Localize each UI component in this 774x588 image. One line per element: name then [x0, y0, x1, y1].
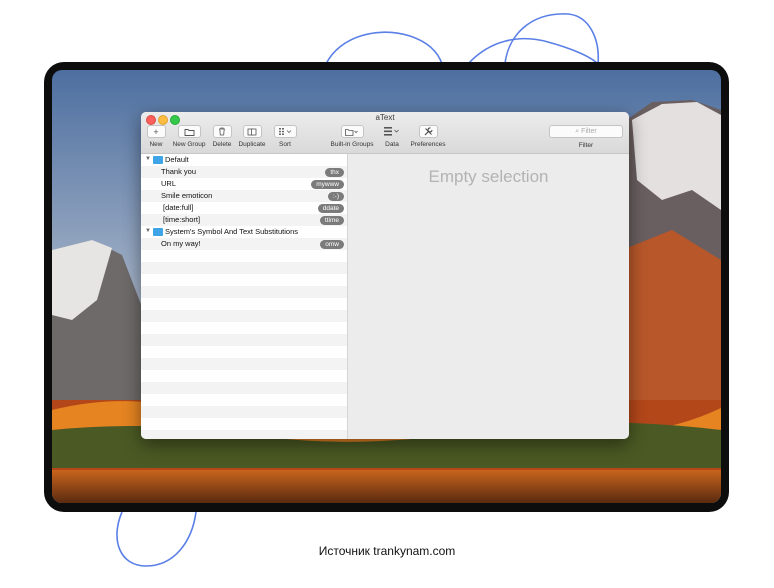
snippet-label: Thank you [161, 167, 197, 176]
abbreviation-badge: omw [320, 239, 344, 249]
search-icon: ⌕ [575, 127, 580, 135]
snippet-row[interactable]: Thank you thx [141, 166, 347, 178]
snippet-label: [date:full] [163, 203, 194, 212]
window-title: aText [375, 113, 395, 122]
builtin-groups-icon [340, 125, 364, 138]
abbreviation-badge: thx [325, 167, 344, 177]
data-icon [381, 125, 403, 138]
folder-icon [153, 228, 163, 236]
wrench-icon [418, 125, 438, 138]
delete-button[interactable]: Delete [210, 125, 234, 148]
new-group-button[interactable]: New Group [170, 125, 208, 148]
new-group-icon [177, 125, 201, 138]
group-row-system-substitutions[interactable]: ▼ System's Symbol And Text Substitutions [141, 226, 347, 238]
abbreviation-badge: ttime [319, 215, 344, 225]
snippet-label: On my way! [161, 239, 201, 248]
snippet-row[interactable]: [date:full] ddate [141, 202, 347, 214]
data-button[interactable]: Data [381, 125, 403, 148]
built-in-groups-button[interactable]: Built-in Groups [324, 125, 380, 148]
duplicate-icon [242, 125, 262, 138]
empty-selection-text: Empty selection [428, 167, 549, 186]
built-in-groups-label: Built-in Groups [330, 141, 374, 148]
group-name: Default [165, 155, 189, 164]
abbreviation-badge: :-) [327, 191, 344, 201]
snippet-label: [time:short] [163, 215, 201, 224]
snippet-row[interactable]: Smile emoticon :-) [141, 190, 347, 202]
source-caption: Источник trankynam.com [318, 544, 456, 558]
window-toolbar: aText + New New Group Delete Duplicate S… [141, 112, 629, 154]
filter-search-field[interactable]: ⌕ Filter [549, 125, 623, 138]
snippet-row[interactable]: [time:short] ttime [141, 214, 347, 226]
disclosure-triangle-icon[interactable]: ▼ [145, 156, 151, 162]
snippet-list: ▼ Default Thank you thx URL mywww Smile … [141, 154, 348, 439]
data-label: Data [385, 141, 399, 148]
detail-pane: Empty selection [348, 154, 629, 439]
filter-label: Filter [578, 142, 594, 149]
new-label: New [149, 141, 163, 148]
group-name: System's Symbol And Text Substitutions [165, 227, 299, 236]
sort-button[interactable]: Sort [274, 125, 297, 148]
preferences-button[interactable]: Preferences [407, 125, 449, 148]
plus-icon: + [146, 125, 166, 138]
new-group-label: New Group [172, 141, 206, 148]
new-button[interactable]: + New [145, 125, 167, 148]
snippet-row[interactable]: On my way! omw [141, 238, 347, 250]
folder-icon [153, 156, 163, 164]
disclosure-triangle-icon[interactable]: ▼ [145, 228, 151, 234]
preferences-label: Preferences [410, 141, 446, 148]
snippet-row[interactable]: URL mywww [141, 178, 347, 190]
duplicate-label: Duplicate [238, 141, 266, 148]
trash-icon [212, 125, 232, 138]
sort-icon [274, 125, 297, 138]
atext-window: aText + New New Group Delete Duplicate S… [141, 112, 629, 439]
delete-label: Delete [212, 141, 232, 148]
abbreviation-badge: mywww [311, 179, 344, 189]
snippet-label: URL [161, 179, 177, 188]
duplicate-button[interactable]: Duplicate [236, 125, 268, 148]
filter-placeholder: Filter [581, 128, 597, 135]
snippet-label: Smile emoticon [161, 191, 213, 200]
sort-label: Sort [279, 141, 291, 148]
abbreviation-badge: ddate [317, 203, 344, 213]
group-row-default[interactable]: ▼ Default [141, 154, 347, 166]
